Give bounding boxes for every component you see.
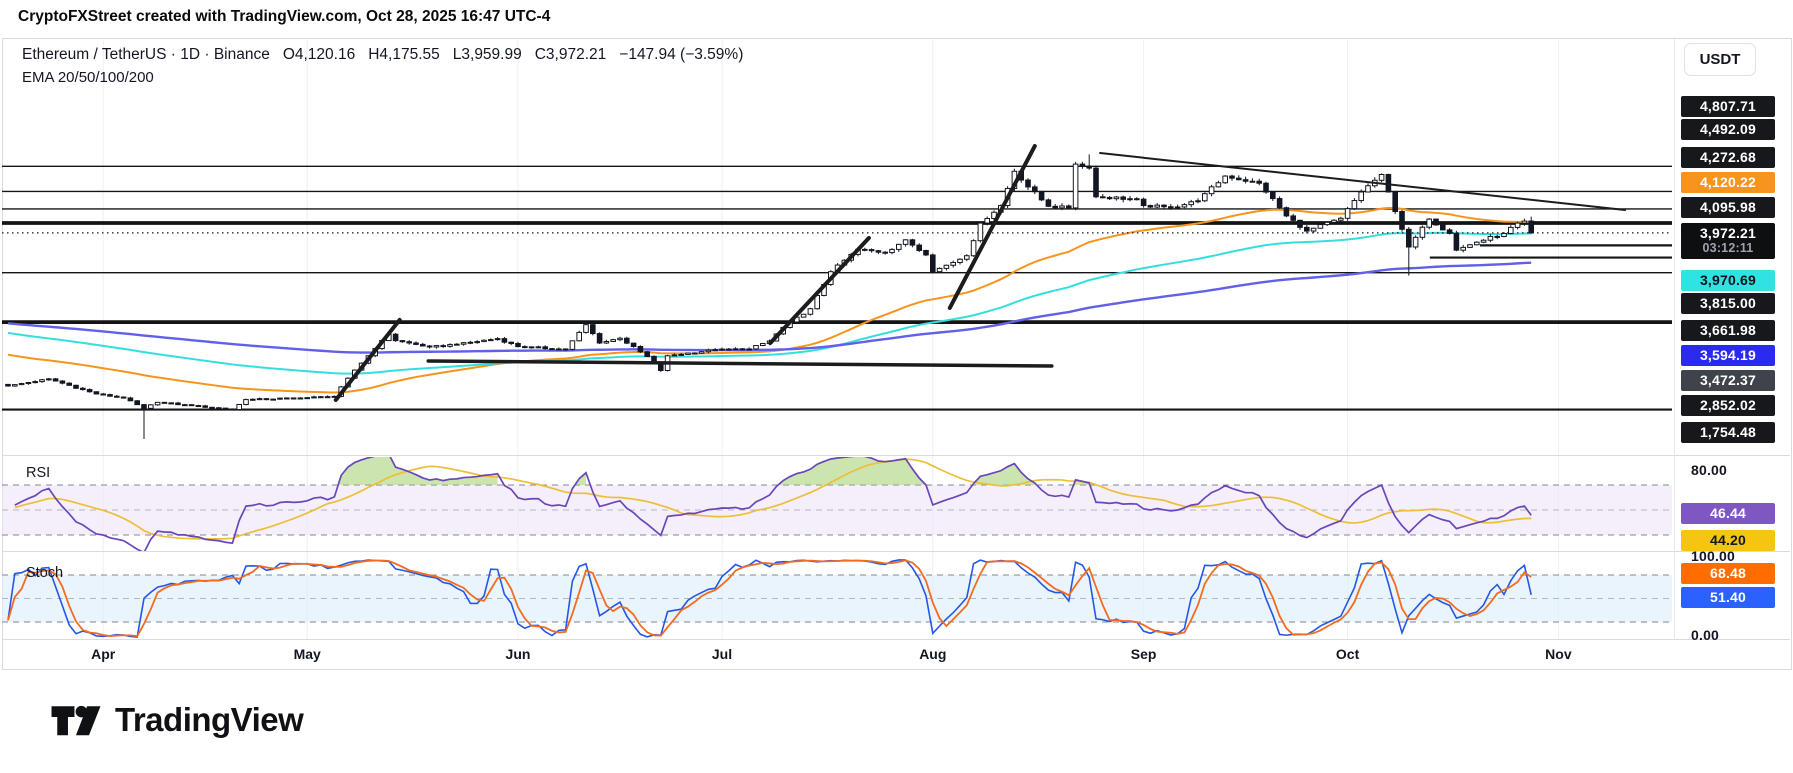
price-axis-label[interactable]: 51.40	[1681, 587, 1775, 608]
price-axis-label[interactable]: 0.00	[1681, 625, 1785, 646]
rsi-indicator-label[interactable]: RSI	[26, 465, 50, 481]
ohlc-high: H4,175.55	[368, 46, 440, 64]
time-axis-label-jul: Jul	[712, 646, 732, 662]
price-axis-label[interactable]: 68.48	[1681, 563, 1775, 584]
time-axis-label-jun: Jun	[506, 646, 531, 662]
price-axis-label[interactable]: 2,852.02	[1681, 395, 1775, 416]
ohlc-low: L3,959.99	[453, 46, 522, 64]
tradingview-snapshot: { "credit": "CryptoFXStreet created with…	[0, 0, 1793, 773]
price-axis-label[interactable]: 3,970.69	[1681, 270, 1775, 291]
tradingview-logo[interactable]: TradingView	[50, 694, 303, 746]
price-axis-label[interactable]: 80.00	[1681, 460, 1785, 481]
price-axis-label[interactable]: 46.44	[1681, 503, 1775, 524]
time-axis[interactable]	[2, 640, 1674, 668]
current-price-value: 3,972.21	[1700, 226, 1756, 241]
ohlc-change: −147.94 (−3.59%)	[619, 46, 743, 64]
price-axis-label[interactable]: 4,807.71	[1681, 96, 1775, 117]
rsi-panel[interactable]	[2, 457, 1674, 551]
price-axis-label[interactable]: 3,594.19	[1681, 345, 1775, 366]
price-axis-label[interactable]: 4,095.98	[1681, 197, 1775, 218]
symbol-legend: Ethereum / TetherUS · 1D · Binance O4,12…	[22, 46, 743, 64]
price-axis-label[interactable]: 4,492.09	[1681, 119, 1775, 140]
bar-countdown: 03:12:11	[1703, 241, 1754, 256]
currency-toggle-button[interactable]: USDT	[1684, 43, 1756, 76]
current-price-label[interactable]: 3,972.2103:12:11	[1681, 223, 1775, 259]
price-axis-label[interactable]: 4,120.22	[1681, 172, 1775, 193]
ohlc-open: O4,120.16	[283, 46, 355, 64]
time-axis-label-nov: Nov	[1545, 646, 1571, 662]
ohlc-close: C3,972.21	[535, 46, 607, 64]
price-axis-label[interactable]: 4,272.68	[1681, 147, 1775, 168]
price-axis-label[interactable]: 3,472.37	[1681, 370, 1775, 391]
tradingview-logo-icon	[50, 694, 102, 746]
tradingview-logo-text: TradingView	[115, 701, 303, 739]
symbol-title[interactable]: Ethereum / TetherUS · 1D · Binance	[22, 46, 270, 64]
time-axis-label-sep: Sep	[1131, 646, 1157, 662]
price-chart-panel[interactable]	[2, 90, 1674, 455]
screenshot-credit: CryptoFXStreet created with TradingView.…	[18, 8, 550, 26]
price-axis-label[interactable]: 3,815.00	[1681, 293, 1775, 314]
price-axis-label[interactable]: 1,754.48	[1681, 422, 1775, 443]
time-axis-label-oct: Oct	[1336, 646, 1359, 662]
stoch-indicator-label[interactable]: Stoch	[26, 565, 63, 581]
time-axis-label-apr: Apr	[91, 646, 115, 662]
ema-indicator-label[interactable]: EMA 20/50/100/200	[22, 69, 154, 86]
time-axis-label-aug: Aug	[919, 646, 946, 662]
time-axis-label-may: May	[294, 646, 321, 662]
price-axis-label[interactable]: 3,661.98	[1681, 320, 1775, 341]
stoch-panel[interactable]	[2, 552, 1674, 639]
